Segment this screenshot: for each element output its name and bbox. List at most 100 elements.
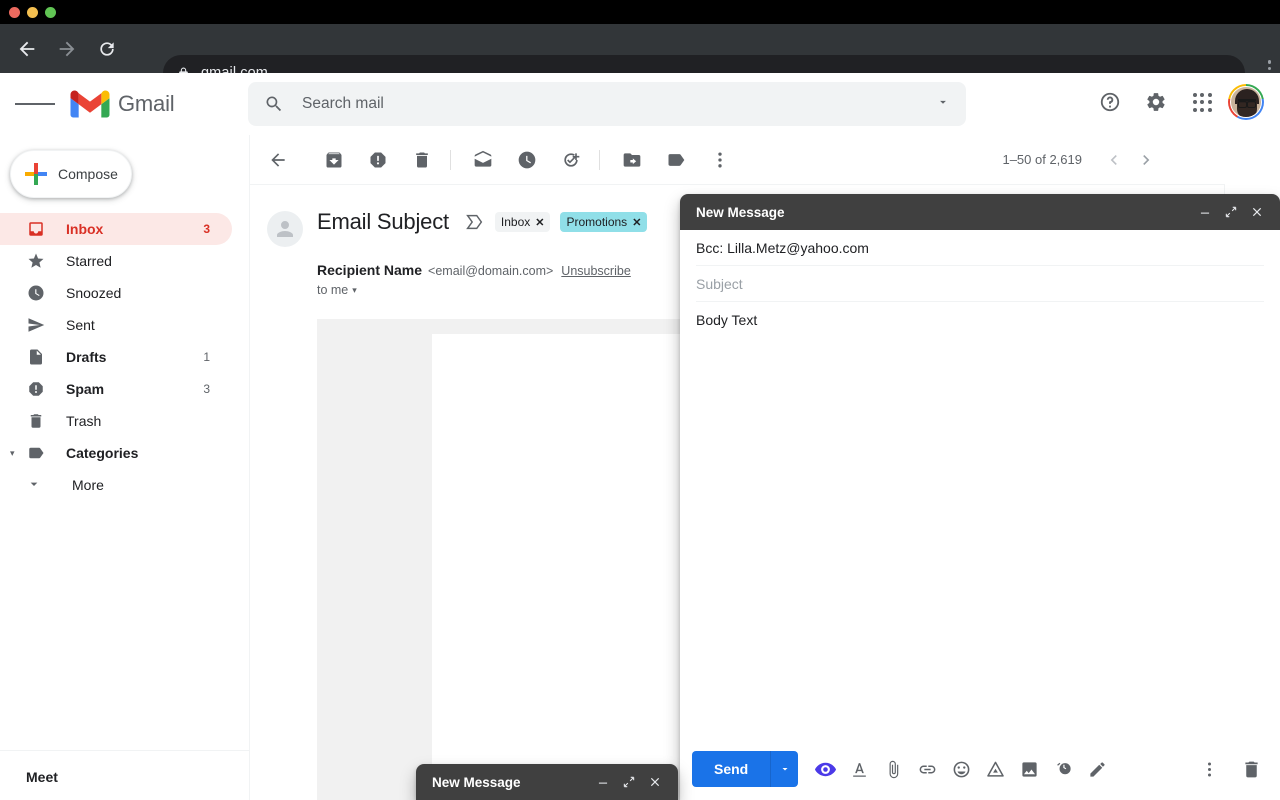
message-toolbar: 1–50 of 2,619 [250,135,1280,184]
insert-photo-icon[interactable] [1012,752,1046,786]
formatting-options-icon[interactable] [842,752,876,786]
pagination-range: 1–50 of 2,619 [1002,152,1082,167]
chevron-left-icon[interactable] [1098,144,1130,176]
search-bar[interactable] [248,82,966,126]
browser-titlebar [0,0,1280,24]
sidebar-label-trash: Trash [66,413,102,429]
move-to-icon[interactable] [612,140,652,180]
bcc-field[interactable]: Bcc: Lilla.Metz@yahoo.com [696,230,1264,266]
expand-icon[interactable] [1218,199,1244,225]
minimize-icon[interactable] [1192,199,1218,225]
gmail-app-window: gmail.com Gmail [0,0,1280,800]
report-spam-icon [26,380,46,398]
sidebar-label-inbox: Inbox [66,221,104,237]
browser-toolbar: gmail.com [0,24,1280,91]
expand-icon[interactable] [616,769,642,795]
recipient-details-caret-icon[interactable]: ▾ [352,285,357,296]
snooze-icon[interactable] [507,140,547,180]
mark-as-unread-icon[interactable] [463,140,503,180]
compose-button[interactable]: Compose [10,150,132,198]
compose-window-minimized-header[interactable]: New Message [416,764,678,800]
expand-categories-icon[interactable]: ▾ [10,448,15,459]
reload-icon[interactable] [92,34,122,64]
sidebar-nav: Inbox 3 Starred Snoozed Sent Drafts 1 Sp… [0,213,249,501]
confidential-mode-icon[interactable] [1046,752,1080,786]
draft-icon [26,348,46,366]
account-avatar-image [1230,86,1262,118]
sender-email: <email@domain.com> [428,264,554,278]
sidebar-item-drafts[interactable]: Drafts 1 [0,341,232,373]
send-button[interactable]: Send [692,751,799,787]
report-spam-icon[interactable] [358,140,398,180]
minimize-icon[interactable] [590,769,616,795]
discard-draft-icon[interactable] [1234,752,1268,786]
compose-window-header[interactable]: New Message [680,194,1280,230]
insert-emoji-icon[interactable] [944,752,978,786]
sidebar-item-spam[interactable]: Spam 3 [0,373,232,405]
email-body-placeholder-band [317,319,680,334]
gear-icon[interactable] [1136,82,1176,122]
more-options-icon[interactable] [700,140,740,180]
sidebar-count-spam: 3 [203,382,210,396]
apps-grid-icon[interactable] [1182,82,1222,122]
search-input[interactable] [302,95,936,113]
page-title: Email Subject [317,209,449,234]
insert-drive-icon[interactable] [978,752,1012,786]
attach-file-icon[interactable] [876,752,910,786]
close-window-button[interactable] [9,7,20,18]
unsubscribe-link[interactable]: Unsubscribe [561,264,630,278]
label-chip-inbox[interactable]: Inbox ✕ [494,212,551,232]
sidebar-item-snoozed[interactable]: Snoozed [0,277,232,309]
remove-label-promotions-icon[interactable]: ✕ [632,216,641,229]
chevron-right-icon[interactable] [1130,144,1162,176]
window-controls[interactable] [9,7,56,18]
maximize-window-button[interactable] [45,7,56,18]
email-tracking-eye-icon[interactable] [808,752,842,786]
sidebar-item-categories[interactable]: ▾ Categories [0,437,232,469]
recipient-text: to me [317,283,349,297]
inbox-icon [26,220,46,238]
label-chip-promotions[interactable]: Promotions ✕ [560,212,648,232]
back-to-inbox-icon[interactable] [258,140,298,180]
forward-arrow-icon[interactable] [52,34,82,64]
header-actions [1090,82,1264,122]
compose-window-minimized-title: New Message [432,774,521,790]
sidebar-item-more[interactable]: More [0,469,232,501]
compose-window-title: New Message [696,204,785,220]
chevron-down-icon [26,476,42,495]
avatar[interactable] [1228,84,1264,120]
add-to-tasks-icon[interactable] [551,140,591,180]
meet-section: Meet [0,750,250,800]
sidebar-label-starred: Starred [66,253,112,269]
sidebar: Compose Inbox 3 Starred Snoozed Sent Dra… [0,135,250,800]
compose-window: New Message Bcc: Lilla.Metz@yahoo.com Su… [680,194,1280,800]
message-body-field[interactable]: Body Text [696,312,1264,328]
sidebar-item-trash[interactable]: Trash [0,405,232,437]
help-icon[interactable] [1090,82,1130,122]
close-icon[interactable] [1244,199,1270,225]
insert-signature-icon[interactable] [1080,752,1114,786]
remove-label-inbox-icon[interactable]: ✕ [535,216,544,229]
hamburger-icon[interactable] [15,84,55,124]
subject-field[interactable]: Subject [696,266,1264,302]
sidebar-item-sent[interactable]: Sent [0,309,232,341]
gmail-logo[interactable]: Gmail [70,89,175,119]
sidebar-item-inbox[interactable]: Inbox 3 [0,213,232,245]
labels-icon[interactable] [656,140,696,180]
close-icon[interactable] [642,769,668,795]
archive-icon[interactable] [314,140,354,180]
show-search-options-icon[interactable] [936,95,950,114]
sidebar-count-drafts: 1 [203,350,210,364]
more-options-icon[interactable] [1192,752,1226,786]
insert-link-icon[interactable] [910,752,944,786]
trash-icon [26,412,46,430]
sidebar-item-starred[interactable]: Starred [0,245,232,277]
compose-label: Compose [58,166,118,182]
recipient-line[interactable]: to me ▾ [317,283,631,297]
compose-footer-right [1192,752,1268,786]
delete-icon[interactable] [402,140,442,180]
sender-name: Recipient Name [317,262,423,278]
minimize-window-button[interactable] [27,7,38,18]
send-options-caret-icon[interactable] [770,751,798,787]
back-arrow-icon[interactable] [12,34,42,64]
